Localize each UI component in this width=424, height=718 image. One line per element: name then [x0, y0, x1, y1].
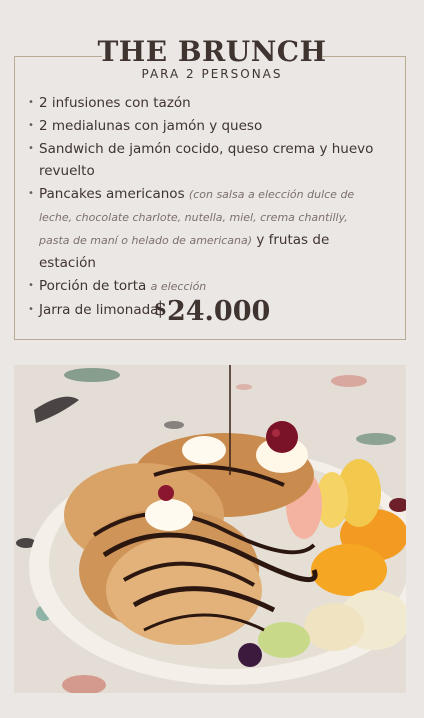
pancakes-fruit-photo — [14, 365, 406, 693]
menu-item: Porción de torta a elección — [28, 275, 380, 298]
menu-item-text: 2 infusiones con tazón — [39, 95, 191, 111]
menu-item-list: 2 infusiones con tazón 2 medialunas con … — [28, 92, 380, 321]
menu-item: Pancakes americanos (con salsa a elecció… — [28, 183, 380, 274]
price-symbol: $ — [153, 298, 167, 320]
menu-item-text: Porción de torta — [39, 278, 147, 294]
menu-item: Sandwich de jamón cocido, queso crema y … — [28, 138, 380, 182]
menu-item-text: Pancakes americanos — [39, 186, 185, 202]
pancakes-fruit-illustration — [14, 365, 406, 693]
menu-item: 2 infusiones con tazón — [28, 92, 380, 114]
menu-item-note: a elección — [150, 280, 207, 293]
price-value: 24.000 — [166, 296, 271, 327]
menu-item-text: Sandwich de jamón cocido, queso crema y … — [39, 141, 374, 179]
menu-item-text: 2 medialunas con jamón y queso — [39, 118, 263, 134]
menu-item: 2 medialunas con jamón y queso — [28, 115, 380, 137]
price: $24.000 — [0, 296, 424, 327]
